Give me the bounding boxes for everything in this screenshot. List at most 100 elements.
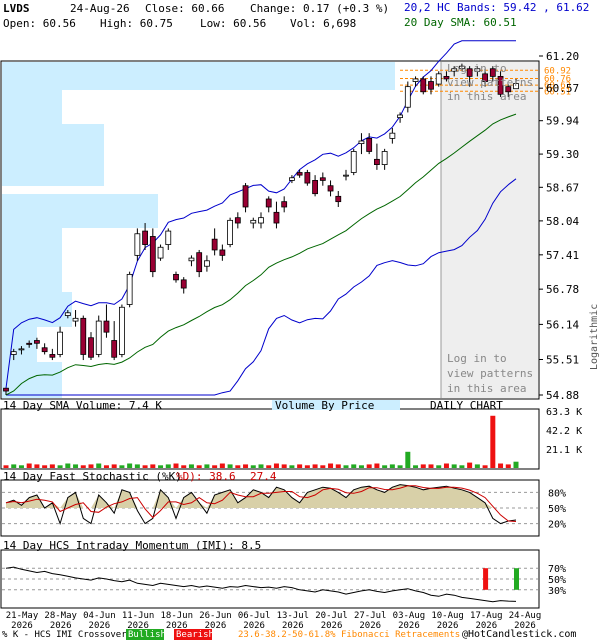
volume-bar — [18, 465, 24, 468]
login-text-bottom-2[interactable]: view patterns — [447, 367, 533, 380]
y-tick-label: 57.41 — [546, 249, 579, 262]
chart-root: LVDS 24-Aug-26 Close: 60.66 Change: 0.17… — [0, 0, 600, 640]
candle-body — [420, 78, 427, 93]
candle-body — [350, 151, 357, 173]
volume-bar — [474, 464, 480, 468]
close-label: Close: 60.66 — [145, 2, 224, 15]
candle-body — [412, 78, 419, 82]
open-label: Open: 60.56 — [3, 17, 76, 30]
candle-body — [204, 260, 210, 267]
bearish-crossover-bar — [483, 568, 489, 590]
login-text-top-1[interactable]: Log in to — [447, 62, 507, 75]
candle-body — [389, 132, 396, 139]
volume-y-tick: 63.3 K — [546, 407, 582, 418]
vbp-block — [2, 226, 62, 258]
candle-body — [211, 238, 218, 251]
candle-body — [227, 219, 233, 245]
stochastic-y-tick: 20% — [548, 520, 566, 531]
log-scale-label: Logarithmic — [589, 304, 600, 370]
candle-body — [374, 158, 380, 165]
vol-label: Vol: 6,698 — [290, 17, 356, 30]
volume-bar — [158, 465, 164, 468]
x-tick-date: 04-Jun — [83, 611, 116, 621]
volume-bar — [26, 463, 32, 468]
candle-body — [319, 177, 326, 181]
daily-label: DAILY CHART — [430, 399, 503, 412]
copyright: @HotCandlestick.com — [462, 629, 576, 640]
x-axis: 21-May202628-May202604-Jun202611-Jun2026… — [6, 611, 542, 631]
volume-bar — [34, 464, 40, 468]
volume-bar — [459, 465, 465, 468]
x-tick-date: 27-Jul — [354, 611, 387, 621]
x-tick-date: 24-Aug — [509, 611, 542, 621]
login-text-top-2[interactable]: view patterns — [447, 76, 533, 89]
y-tick-label: 58.04 — [546, 215, 579, 228]
change-label: Change: 0.17 (+0.3 %) — [250, 2, 389, 15]
login-text-top-3[interactable]: in this area — [447, 90, 526, 103]
volume-bar — [358, 465, 364, 468]
volume-bar — [320, 465, 326, 468]
candle-body — [296, 172, 303, 176]
volume-bar — [42, 465, 48, 468]
volume-bar — [498, 463, 504, 468]
volume-bar — [11, 464, 17, 468]
stock-chart: LVDS 24-Aug-26 Close: 60.66 Change: 0.17… — [0, 1, 600, 640]
volume-bar — [212, 465, 218, 468]
volume-bar — [127, 463, 133, 468]
sma-label: 20 Day SMA: 60.51 — [404, 16, 517, 29]
symbol: LVDS — [3, 2, 30, 15]
volume-bar — [57, 465, 63, 468]
volume-bar — [443, 463, 449, 468]
candle-body — [265, 198, 272, 208]
x-tick-date: 06-Jul — [238, 611, 271, 621]
volume-bar — [505, 464, 511, 468]
x-tick-date: 11-Jun — [122, 611, 155, 621]
vbp-block — [2, 292, 72, 327]
vbp-block — [2, 194, 158, 228]
volume-bar — [513, 461, 519, 468]
volume-bar — [328, 463, 334, 468]
volume-bar — [165, 464, 171, 468]
login-text-bottom-1[interactable]: Log in to — [447, 352, 507, 365]
vbp-label: Volume By Price — [275, 399, 374, 412]
y-tick-label: 54.88 — [546, 389, 579, 402]
candle-body — [327, 185, 334, 192]
volume-bar — [382, 465, 388, 468]
candle-body — [404, 86, 411, 108]
volume-bar — [304, 465, 310, 468]
stochastic-y-tick: 50% — [548, 504, 566, 515]
y-tick-label: 60.57 — [546, 82, 579, 95]
candle-body — [173, 273, 179, 281]
legend-prefix: % K - HCS IMI Crossover, — [2, 630, 132, 640]
candle-body — [26, 342, 33, 345]
y-tick-label: 56.14 — [546, 318, 579, 331]
candle-body — [381, 151, 388, 165]
login-text-bottom-3[interactable]: in this area — [447, 382, 526, 395]
volume-bar — [188, 464, 194, 468]
volume-y-tick: 42.2 K — [546, 426, 582, 437]
candle-body — [312, 180, 318, 195]
volume-bar — [88, 464, 94, 468]
volume-bar — [181, 465, 187, 468]
volume-bar — [103, 465, 109, 468]
candle-body — [10, 351, 17, 355]
volume-bar — [219, 463, 225, 468]
x-tick-date: 26-Jun — [199, 611, 232, 621]
volume-bar — [374, 463, 380, 468]
volume-bar — [467, 462, 473, 468]
low-label: Low: 60.56 — [200, 17, 266, 30]
y-tick-label: 55.51 — [546, 354, 579, 367]
volume-bar — [173, 463, 179, 468]
candle-body — [435, 73, 442, 85]
candle-body — [196, 252, 203, 273]
volume-bar — [413, 465, 419, 468]
volume-bar — [451, 464, 457, 468]
stochastic-d-label: %D): 38.6 — [176, 470, 236, 483]
volume-bar — [227, 464, 233, 468]
volume-bar — [343, 465, 349, 468]
volume-bar — [420, 464, 426, 468]
stochastic-panel: 14 Day Fast Stochastic (%K) %D): 38.6 27… — [0, 470, 566, 537]
volume-bar — [250, 465, 256, 468]
candle-body — [358, 140, 365, 145]
volume-y-tick: 21.1 K — [546, 445, 582, 456]
